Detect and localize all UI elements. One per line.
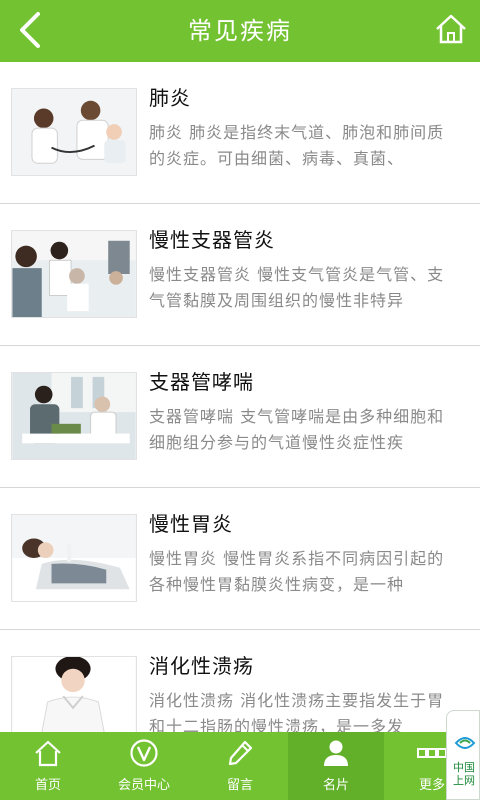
tab-label: 名片 [322, 778, 349, 793]
pencil-icon [228, 740, 253, 766]
item-thumbnail [11, 88, 137, 176]
list-item[interactable]: 支器管哮喘 支器管哮喘 支气管哮喘是由多种细胞和细胞组分参与的气道慢性炎症性疾 [0, 346, 480, 488]
item-thumbnail [11, 656, 137, 732]
bottom-tab-bar: 首页 会员中心 留言 名片 更多 [0, 732, 480, 800]
item-thumbnail [11, 230, 137, 318]
tab-label: 留言 [226, 778, 253, 793]
list-item[interactable]: 消化性溃疡 消化性溃疡 消化性溃疡主要指发生于胃和十二指肠的慢性溃疡，是一多发 [0, 630, 480, 732]
item-description: 慢性支器管炎 慢性支气管炎是气管、支气管黏膜及周围组织的慢性非特异 [149, 265, 445, 310]
item-title: 肺炎 [149, 86, 191, 110]
tab-message[interactable]: 留言 [192, 732, 288, 800]
tab-business-card[interactable]: 名片 [288, 732, 384, 800]
item-description: 支器管哮喘 支气管哮喘是由多种细胞和细胞组分参与的气道慢性炎症性疾 [149, 407, 445, 452]
home-icon [35, 740, 61, 767]
tab-home[interactable]: 首页 [0, 732, 96, 800]
page-title: 常见疾病 [188, 17, 292, 45]
item-thumbnail [11, 372, 137, 460]
item-title: 慢性胃炎 [149, 512, 233, 536]
item-title: 支器管哮喘 [149, 370, 254, 394]
china-mobile-logo-icon [454, 737, 476, 749]
item-description: 消化性溃疡 消化性溃疡主要指发生于胃和十二指肠的慢性溃疡，是一多发 [149, 691, 445, 732]
item-title: 慢性支器管炎 [149, 228, 275, 252]
tab-label: 会员中心 [117, 778, 170, 793]
ad-text: 中国上网 [453, 761, 475, 787]
list-item[interactable]: 慢性支器管炎 慢性支器管炎 慢性支气管炎是气管、支气管黏膜及周围组织的慢性非特异 [0, 204, 480, 346]
item-thumbnail [11, 514, 137, 602]
item-description: 肺炎 肺炎是指终末气道、肺泡和肺间质的炎症。可由细菌、病毒、真菌、 [149, 123, 445, 168]
item-title: 消化性溃疡 [149, 654, 254, 678]
list-item[interactable]: 肺炎 肺炎 肺炎是指终末气道、肺泡和肺间质的炎症。可由细菌、病毒、真菌、 [0, 62, 480, 204]
grid-more-icon [417, 748, 447, 758]
tab-label: 首页 [34, 778, 61, 793]
floating-ad-badge[interactable]: 中国上网 [446, 710, 480, 800]
list-item[interactable]: 慢性胃炎 慢性胃炎 慢性胃炎系指不同病因引起的各种慢性胃黏膜炎性病变，是一种 [0, 488, 480, 630]
member-v-icon [130, 739, 158, 767]
disease-list[interactable]: 肺炎 肺炎 肺炎是指终末气道、肺泡和肺间质的炎症。可由细菌、病毒、真菌、 慢性支… [0, 62, 480, 732]
app-header: 常见疾病 [0, 0, 480, 62]
home-icon[interactable] [434, 12, 468, 46]
item-description: 慢性胃炎 慢性胃炎系指不同病因引起的各种慢性胃黏膜炎性病变，是一种 [149, 549, 445, 594]
person-card-icon [324, 740, 348, 766]
tab-member-center[interactable]: 会员中心 [96, 732, 192, 800]
